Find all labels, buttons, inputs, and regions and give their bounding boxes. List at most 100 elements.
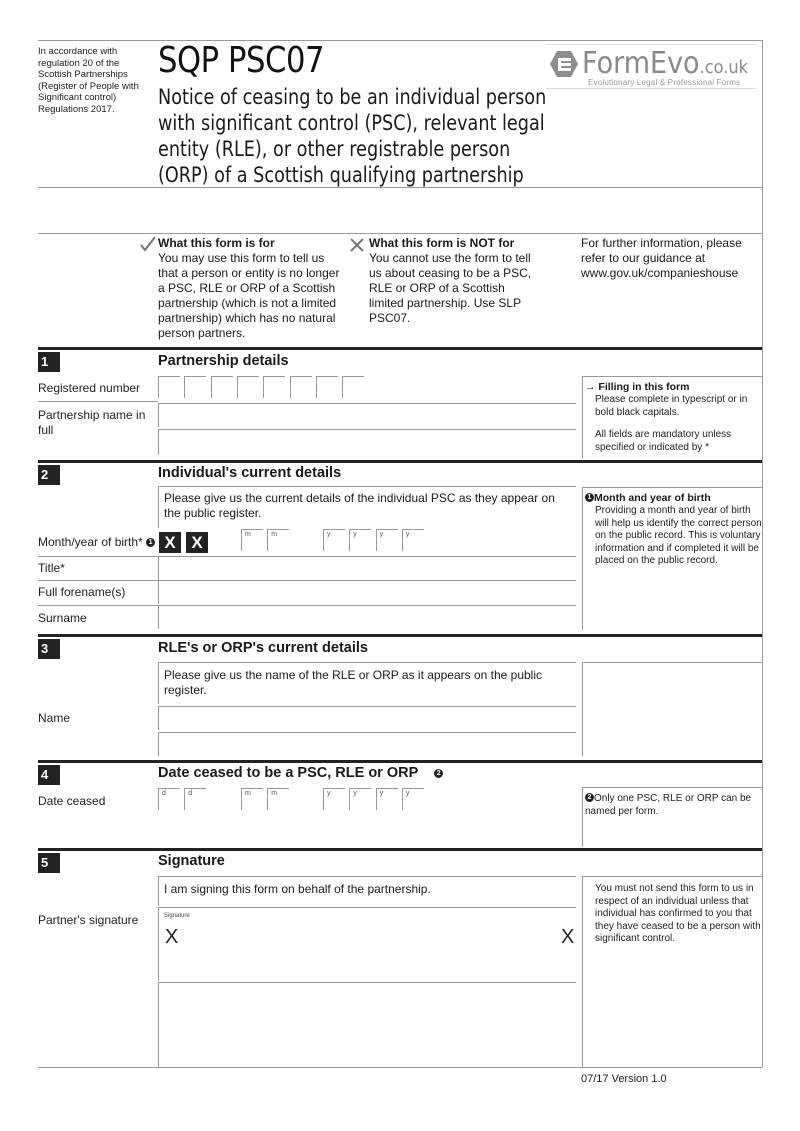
form-title: Notice of ceasing to be an individual pe… xyxy=(158,84,620,188)
arrow-right-icon: → xyxy=(585,381,596,393)
row-divider xyxy=(38,401,158,402)
form-title-line: (ORP) of a Scottish qualifying partnersh… xyxy=(158,163,524,187)
page-bottom-border xyxy=(38,1067,762,1068)
partnership-name-label: Partnership name in full xyxy=(38,408,146,437)
signature-note: You must not send this form to us in res… xyxy=(582,876,762,1067)
surname-input[interactable] xyxy=(160,606,574,628)
rle-orp-name-field-2[interactable] xyxy=(158,732,576,756)
section-2-rule xyxy=(38,460,762,463)
section-3-number: 3 xyxy=(38,639,60,659)
rle-orp-name-label: Name xyxy=(38,711,71,725)
what-form-is-for-heading: What this form is for xyxy=(158,236,275,250)
filling-in-note-title: Filling in this form xyxy=(598,381,690,393)
date-month-box[interactable]: m xyxy=(267,788,290,810)
date-ceased-label: Date ceased xyxy=(38,794,106,808)
registered-number-char-box[interactable] xyxy=(158,376,180,398)
dob-month-box[interactable]: m xyxy=(241,529,263,551)
checkmark-icon xyxy=(140,236,156,252)
registered-number-char-box[interactable] xyxy=(236,376,259,398)
full-forenames-label: Full forename(s) xyxy=(38,585,126,599)
formevo-logo-icon xyxy=(550,51,578,77)
section-2-instruction: Please give us the current details of th… xyxy=(164,491,555,520)
signature-statement-box: I am signing this form on behalf of the … xyxy=(158,876,576,906)
registered-number-char-box[interactable] xyxy=(315,376,338,398)
date-year-box[interactable]: y xyxy=(323,788,345,810)
registered-number-char-box[interactable] xyxy=(210,376,233,398)
forenames-input[interactable] xyxy=(160,581,574,603)
dob-note-body: Providing a month and year of birth will… xyxy=(595,505,762,566)
dob-year-box[interactable]: y xyxy=(323,529,345,551)
sign-end-mark: X xyxy=(561,926,575,948)
registered-number-char-box[interactable] xyxy=(263,376,286,398)
registered-number-char-box[interactable] xyxy=(184,376,207,398)
section-3-instruction-box: Please give us the name of the RLE or OR… xyxy=(158,662,576,704)
registered-number-char-box[interactable] xyxy=(342,376,365,398)
section-5-rule xyxy=(38,848,762,851)
section-2-instruction-box: Please give us the current details of th… xyxy=(158,486,576,528)
title-input[interactable] xyxy=(160,557,574,579)
signature-statement: I am signing this form on behalf of the … xyxy=(164,882,431,896)
surname-label: Surname xyxy=(38,611,87,625)
section-5-number: 5 xyxy=(38,853,60,873)
logo-brand: FormEvo.co.uk xyxy=(582,46,748,81)
signature-note-body: You must not send this form to us in res… xyxy=(595,883,761,944)
formevo-logo: FormEvo.co.uk Evolutionary Legal & Profe… xyxy=(546,44,756,89)
section-4-title-text: Date ceased to be a PSC, RLE or ORP xyxy=(158,765,419,781)
section-2-title: Individual's current details xyxy=(158,465,342,481)
dob-month-box[interactable]: m xyxy=(267,529,290,551)
intro-divider xyxy=(38,233,762,234)
version-label: 07/17 Version 1.0 xyxy=(581,1073,667,1085)
form-title-line: with significant control (PSC), relevant… xyxy=(158,111,545,135)
registered-number-label: Registered number xyxy=(38,381,141,395)
dob-note-title: Month and year of birth xyxy=(594,492,711,504)
date-day-box[interactable]: d xyxy=(184,788,207,810)
logo-tagline: Evolutionary Legal & Professional Forms xyxy=(588,78,741,87)
filling-in-note-body-1: Please complete in typescript or in bold… xyxy=(595,394,748,418)
date-day-box[interactable]: d xyxy=(158,788,180,810)
field-divider xyxy=(158,605,159,629)
dob-label-text: Month/year of birth* xyxy=(38,535,143,549)
dob-year-box[interactable]: y xyxy=(375,529,398,551)
field-divider xyxy=(158,580,159,604)
date-note-text: Only one PSC, RLE or ORP can be named pe… xyxy=(585,793,752,817)
signature-field[interactable]: Signature X X xyxy=(158,907,576,981)
partnership-name-field-2[interactable] xyxy=(158,429,576,455)
logo-suffix: .co.uk xyxy=(699,57,749,78)
form-code: SQP PSC07 xyxy=(158,40,325,81)
logo-top-rule xyxy=(546,44,756,45)
field-divider xyxy=(158,556,159,580)
note-2-marker-icon: 2 xyxy=(434,769,444,778)
dob-year-box[interactable]: y xyxy=(349,529,372,551)
filling-in-note-body-2: All fields are mandatory unless specifie… xyxy=(595,429,732,453)
section-4-number: 4 xyxy=(38,765,60,785)
what-form-is-not-for-heading: What this form is NOT for xyxy=(369,236,515,250)
rle-orp-name-field-1[interactable] xyxy=(158,706,576,730)
dob-day-blocked: X xyxy=(186,532,208,553)
section-3-instruction: Please give us the name of the RLE or OR… xyxy=(164,668,542,697)
section-3-title: RLE's or ORP's current details xyxy=(158,640,368,656)
filling-in-note: → Filling in this form Please complete i… xyxy=(582,376,762,458)
date-year-box[interactable]: y xyxy=(375,788,398,810)
cross-icon xyxy=(350,238,364,252)
date-month-box[interactable]: m xyxy=(241,788,263,810)
further-information-text: For further information, please refer to… xyxy=(581,236,742,280)
note-1-marker-icon: 1 xyxy=(146,538,156,547)
form-title-line: entity (RLE), or other registrable perso… xyxy=(158,137,511,161)
section-4-rule xyxy=(38,760,762,763)
date-year-box[interactable]: y xyxy=(349,788,372,810)
section-2-number: 2 xyxy=(38,465,60,485)
signature-extra-box xyxy=(158,982,576,1067)
sign-start-mark: X xyxy=(165,926,179,948)
section-1-number: 1 xyxy=(38,352,60,372)
month-year-of-birth-label: Month/year of birth* 1 xyxy=(38,535,156,549)
what-form-is-for-body: You may use this form to tell us that a … xyxy=(158,251,340,340)
registered-number-char-box[interactable] xyxy=(289,376,312,398)
header-divider xyxy=(38,187,762,188)
section-3-note-box xyxy=(582,662,762,756)
dob-year-box[interactable]: y xyxy=(401,529,424,551)
partnership-name-field-1[interactable] xyxy=(158,403,576,427)
filling-in-note-heading: → Filling in this form xyxy=(585,381,689,394)
date-year-box[interactable]: y xyxy=(401,788,424,810)
form-title-line: Notice of ceasing to be an individual pe… xyxy=(158,85,547,109)
note-2-icon: 2 xyxy=(585,793,594,802)
